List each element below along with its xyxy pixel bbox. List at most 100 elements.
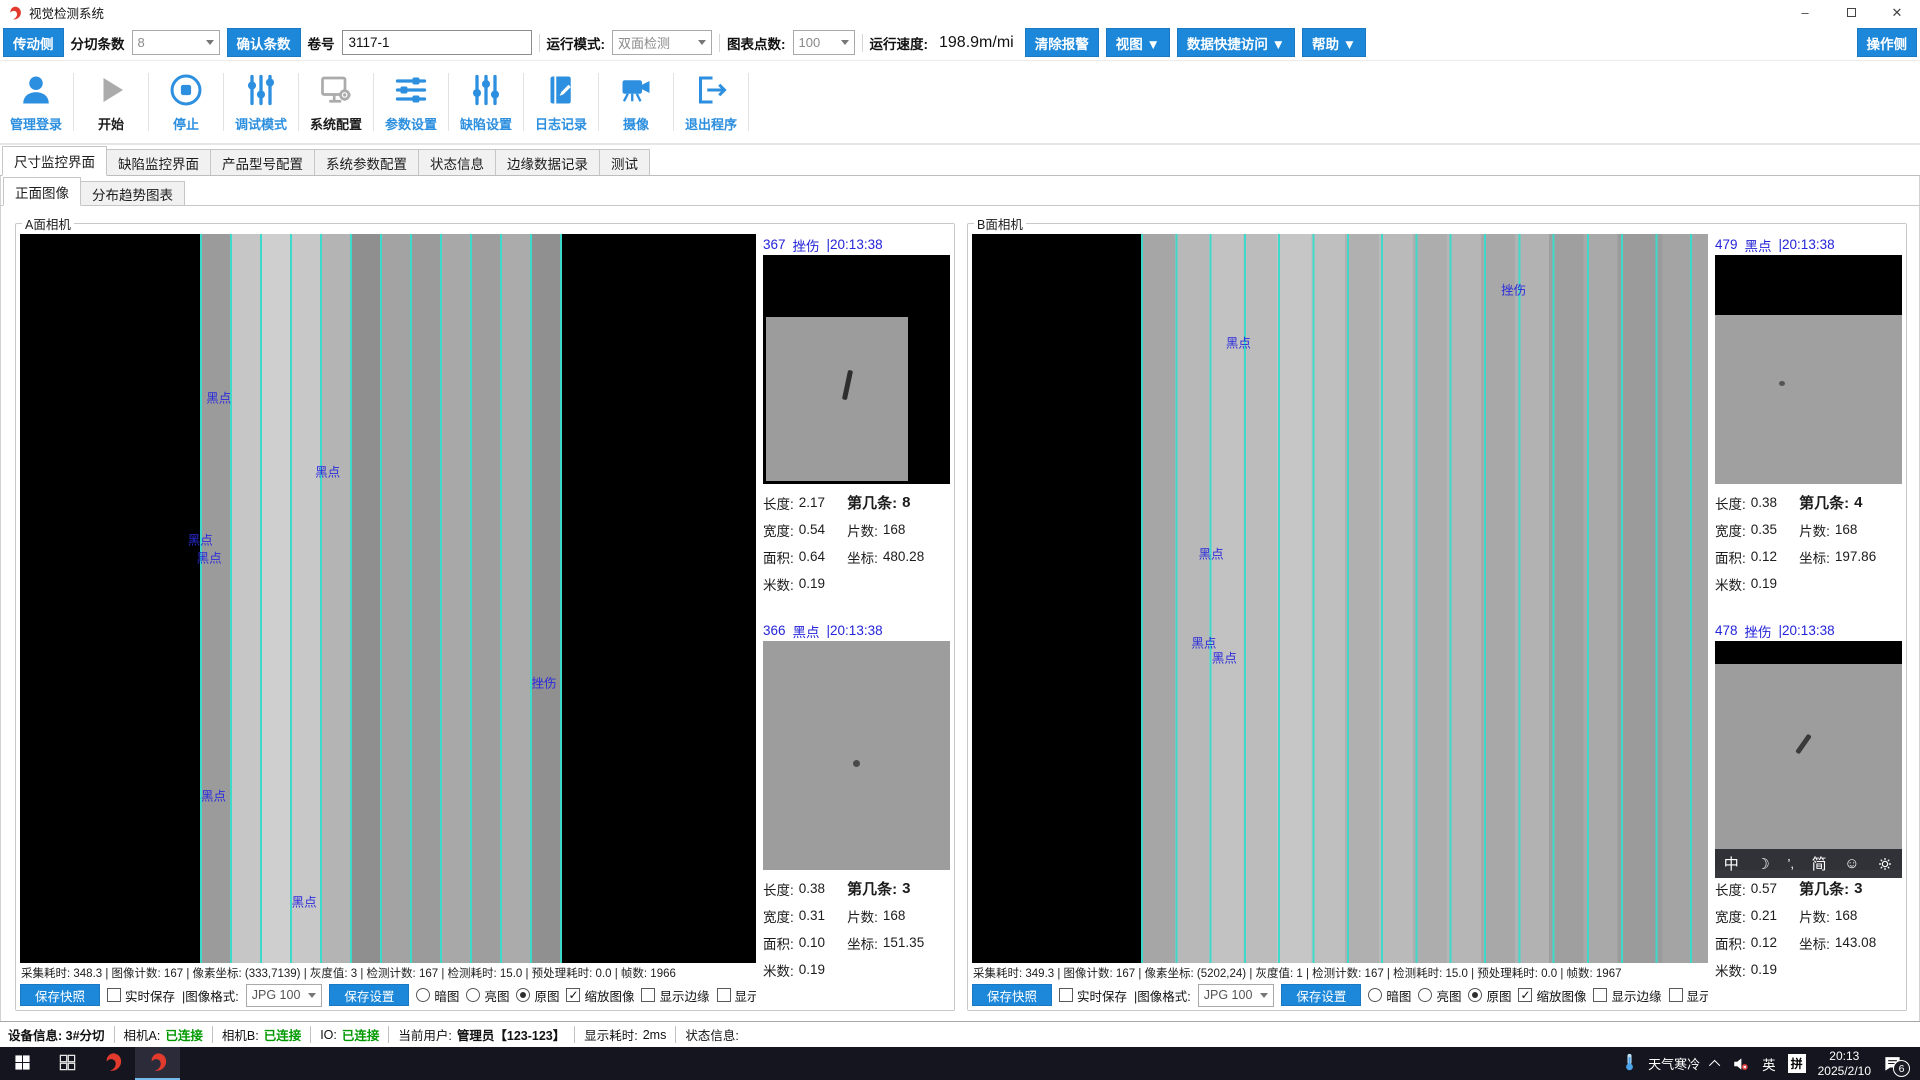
divider (748, 73, 749, 131)
run-mode-label: 运行模式: (547, 33, 606, 53)
defect-thumbnail[interactable] (763, 641, 950, 870)
defect-thumbnail[interactable] (1715, 641, 1902, 870)
parameter-settings-button[interactable]: 参数设置 (379, 72, 443, 133)
ime-cn-mode-button[interactable]: 中 (1724, 853, 1739, 874)
divider (298, 73, 299, 131)
tab-front-image[interactable]: 正面图像 (3, 177, 81, 206)
log-record-button[interactable]: 日志记录 (529, 72, 593, 133)
tab-distribution-trend-chart[interactable]: 分布趋势图表 (80, 181, 185, 205)
camera-a-defect-list: 367挫伤|20:13:38 长度:2.17 第几条:8 宽度:0.54 片数:… (763, 234, 950, 1007)
clear-alarm-button[interactable]: 清除报警 (1025, 28, 1099, 57)
weather-text[interactable]: 天气寒冷 (1648, 1054, 1700, 1073)
tab-defect-monitor[interactable]: 缺陷监控界面 (106, 149, 211, 175)
bright-image-radio[interactable] (1418, 988, 1432, 1002)
chevron-down-icon (698, 40, 706, 45)
view-menu-button[interactable]: 视图 ▼ (1106, 28, 1170, 57)
minimize-button[interactable]: – (1782, 0, 1828, 25)
ime-smiley-button[interactable]: ☺ (1844, 855, 1859, 872)
system-config-button[interactable]: 系统配置 (304, 72, 368, 133)
ime-simplified-button[interactable]: 简 (1812, 853, 1827, 874)
logbook-pencil-icon (543, 72, 579, 111)
divider (373, 73, 374, 131)
defect-thumbnail[interactable] (1715, 255, 1902, 484)
chart-points-dropdown[interactable]: 100 (793, 30, 855, 55)
zoom-image-checkbox[interactable] (1518, 988, 1532, 1002)
dark-image-radio[interactable] (416, 988, 430, 1002)
save-snapshot-button[interactable]: 保存快照 (972, 984, 1052, 1006)
confirm-count-button[interactable]: 确认条数 (227, 28, 301, 57)
show-count-checkbox[interactable] (717, 988, 731, 1002)
capture-button[interactable]: 摄像 (604, 72, 668, 133)
tab-size-monitor[interactable]: 尺寸监控界面 (2, 146, 107, 176)
tab-system-param-config[interactable]: 系统参数配置 (314, 149, 419, 175)
notification-badge: 6 (1893, 1060, 1910, 1077)
ime-moon-button[interactable]: ☽ (1756, 855, 1769, 873)
close-button[interactable]: ✕ (1874, 0, 1920, 25)
taskbar-clock[interactable]: 20:13 2025/2/10 (1818, 1049, 1871, 1079)
tab-product-model-config[interactable]: 产品型号配置 (210, 149, 315, 175)
operation-side-button[interactable]: 操作侧 (1857, 28, 1918, 57)
show-edge-checkbox[interactable] (641, 988, 655, 1002)
show-count-checkbox[interactable] (1669, 988, 1683, 1002)
notification-center-button[interactable]: 6 (1883, 1054, 1902, 1073)
toolbar-separator (719, 34, 720, 52)
defect-label: 黑点 (206, 387, 231, 406)
help-menu-button[interactable]: 帮助 ▼ (1302, 28, 1366, 57)
vision-app-button[interactable] (90, 1047, 135, 1080)
original-image-radio[interactable] (1468, 988, 1482, 1002)
defect-label: 黑点 (1226, 332, 1251, 351)
image-format-dropdown[interactable]: JPG 100 (246, 984, 323, 1007)
start-button[interactable]: 开始 (79, 72, 143, 133)
stop-button[interactable]: 停止 (154, 72, 218, 133)
volume-muted-icon[interactable] (1732, 1055, 1750, 1073)
camera-b-image[interactable]: 挫伤 黑点 黑点 黑点 黑点 (972, 234, 1708, 963)
camera-b-controls: 保存快照 实时保存 |图像格式: JPG 100 保存设置 暗图 亮图 原图 缩… (972, 980, 1708, 1007)
ime-gear-icon[interactable] (1877, 856, 1893, 872)
app-status-bar: 设备信息: 3#分切 相机A:已连接 相机B:已连接 IO:已连接 当前用户:管… (0, 1021, 1920, 1047)
defect-label: 黑点 (188, 529, 213, 548)
language-indicator[interactable]: 英 (1762, 1054, 1776, 1074)
bright-image-radio[interactable] (466, 988, 480, 1002)
debug-mode-button[interactable]: 调试模式 (229, 72, 293, 133)
defect-label: 黑点 (1199, 543, 1224, 562)
current-user: 当前用户:管理员【123-123】 (398, 1025, 565, 1044)
save-settings-button[interactable]: 保存设置 (329, 984, 409, 1006)
defect-entry-header: 478挫伤|20:13:38 (1715, 620, 1902, 641)
pinned-app-button[interactable] (45, 1047, 90, 1080)
dark-image-radio[interactable] (1368, 988, 1382, 1002)
ime-indicator[interactable]: 拼 (1788, 1054, 1806, 1073)
ime-toolbar: 中 ☽ ’, 简 ☺ (1715, 849, 1902, 878)
realtime-save-checkbox[interactable] (1059, 988, 1073, 1002)
realtime-save-checkbox[interactable] (107, 988, 121, 1002)
image-format-dropdown[interactable]: JPG 100 (1198, 984, 1275, 1007)
tab-status-info[interactable]: 状态信息 (418, 149, 496, 175)
vision-app-button-active[interactable] (135, 1047, 180, 1080)
maximize-button[interactable] (1828, 0, 1874, 25)
tray-expand-icon[interactable] (1709, 1059, 1720, 1070)
save-settings-button[interactable]: 保存设置 (1281, 984, 1361, 1006)
defect-settings-button[interactable]: 缺陷设置 (454, 72, 518, 133)
exit-program-button[interactable]: 退出程序 (679, 72, 743, 133)
chart-points-label: 图表点数: (727, 33, 786, 53)
zoom-image-checkbox[interactable] (566, 988, 580, 1002)
defect-entry: 367挫伤|20:13:38 长度:2.17 第几条:8 宽度:0.54 片数:… (763, 234, 950, 597)
save-snapshot-button[interactable]: 保存快照 (20, 984, 100, 1006)
start-button[interactable] (0, 1047, 45, 1080)
original-image-radio[interactable] (516, 988, 530, 1002)
ime-punct-button[interactable]: ’, (1787, 856, 1794, 871)
roll-input[interactable]: 3117-1 (342, 30, 532, 55)
transmission-side-button[interactable]: 传动侧 (3, 28, 64, 57)
camera-a-image[interactable]: 黑点 黑点 黑点 黑点 挫伤 黑点 黑点 (20, 234, 756, 963)
toolbar-separator (862, 34, 863, 52)
defect-thumbnail[interactable] (763, 255, 950, 484)
run-mode-dropdown[interactable]: 双面检测 (612, 30, 712, 55)
divider (598, 73, 599, 131)
admin-login-button[interactable]: 管理登录 (4, 72, 68, 133)
slit-count-dropdown[interactable]: 8 (132, 30, 220, 55)
data-access-menu-button[interactable]: 数据快捷访问 ▼ (1177, 28, 1295, 57)
tab-edge-data-record[interactable]: 边缘数据记录 (495, 149, 600, 175)
tab-test[interactable]: 测试 (599, 149, 650, 175)
camera-a-group-title: A面相机 (22, 214, 74, 233)
vision-app-icon (102, 1051, 124, 1076)
show-edge-checkbox[interactable] (1593, 988, 1607, 1002)
